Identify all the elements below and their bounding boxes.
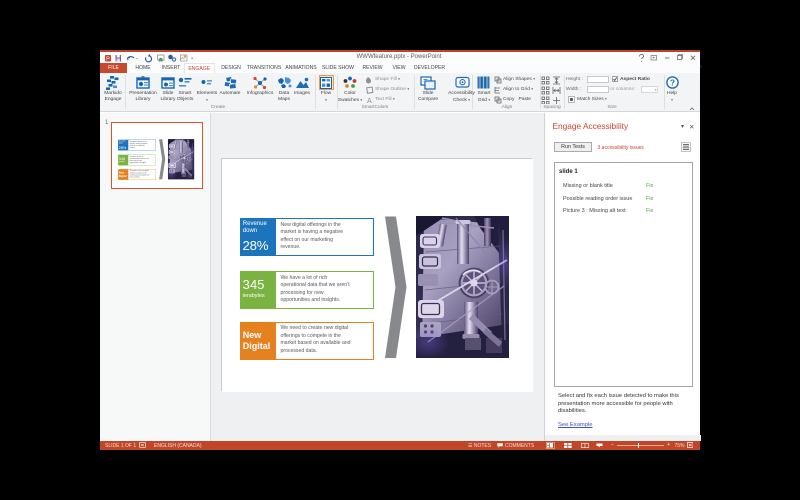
svg-text:A: A [367, 98, 372, 104]
svg-text:P: P [106, 56, 110, 62]
svg-text:?: ? [670, 78, 675, 88]
